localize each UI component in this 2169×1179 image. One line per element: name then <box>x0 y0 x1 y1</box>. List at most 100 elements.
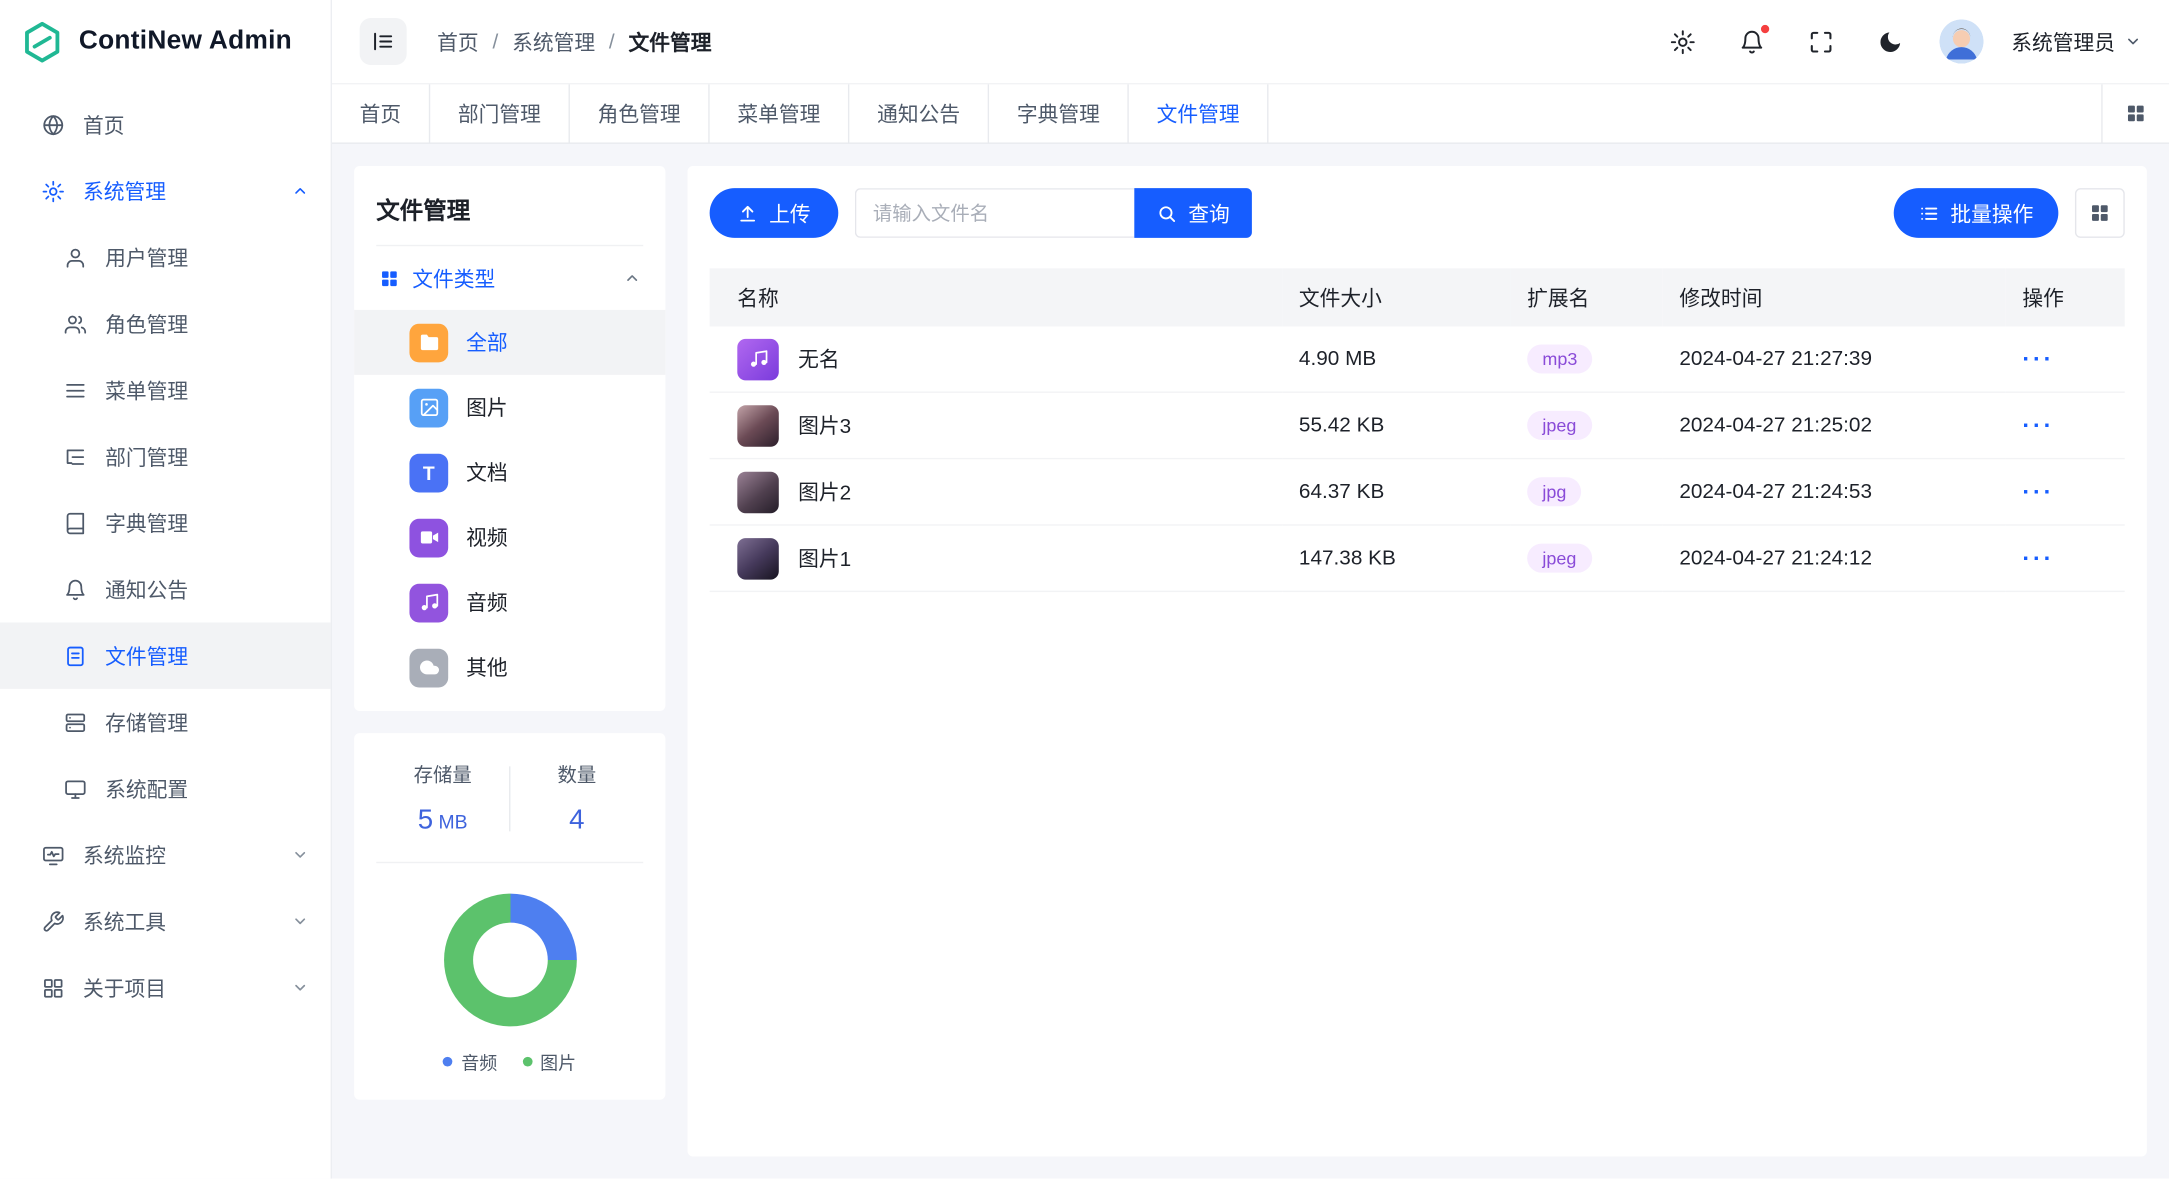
batch-operations-button[interactable]: 批量操作 <box>1894 188 2059 238</box>
sidebar-item-label: 系统配置 <box>105 774 188 803</box>
row-actions-button[interactable]: ··· <box>2022 544 2054 570</box>
sidebar-item-dictionary-management[interactable]: 字典管理 <box>0 490 331 556</box>
file-type-audio[interactable]: 音频 <box>354 570 665 635</box>
sidebar-item-announcements[interactable]: 通知公告 <box>0 556 331 622</box>
file-type-image[interactable]: 图片 <box>354 375 665 440</box>
tab-announcement[interactable]: 通知公告 <box>849 84 989 142</box>
sidebar-collapse-button[interactable] <box>360 18 407 65</box>
notification-dot <box>1760 24 1771 35</box>
fullscreen-button[interactable] <box>1801 21 1842 62</box>
settings-button[interactable] <box>1663 21 1704 62</box>
breadcrumb-system-management[interactable]: 系统管理 <box>512 27 595 56</box>
table-row[interactable]: 图片2 64.37 KB jpg 2024-04-27 21:24:53 ··· <box>710 459 2125 525</box>
sidebar-item-menu-management[interactable]: 菜单管理 <box>0 357 331 423</box>
file-size: 4.90 MB <box>1282 326 1510 392</box>
sidebar-item-about-project[interactable]: 关于项目 <box>0 954 331 1020</box>
breadcrumb-current: 文件管理 <box>629 27 712 56</box>
view-toggle-button[interactable] <box>2075 188 2125 238</box>
stats-divider-horizontal <box>376 862 643 863</box>
ext-badge: mp3 <box>1527 344 1592 373</box>
storage-label: 存储量 <box>376 761 509 789</box>
file-modified-time: 2024-04-27 21:25:02 <box>1663 392 2006 458</box>
sidebar-item-role-management[interactable]: 角色管理 <box>0 290 331 356</box>
tab-options-button[interactable] <box>2101 84 2169 142</box>
row-actions-button[interactable]: ··· <box>2022 345 2054 371</box>
tab-role[interactable]: 角色管理 <box>570 84 710 142</box>
file-type-label: 图片 <box>466 393 508 422</box>
ext-badge: jpeg <box>1527 544 1591 573</box>
file-name: 图片3 <box>798 411 851 440</box>
storage-stat: 存储量 5 MB <box>376 761 509 837</box>
stats-row: 存储量 5 MB 数量 4 <box>376 761 643 837</box>
chevron-down-icon <box>292 847 309 864</box>
file-type-document[interactable]: T 文档 <box>354 440 665 505</box>
query-button[interactable]: 查询 <box>1134 188 1252 238</box>
file-type-label: 文档 <box>466 458 508 487</box>
tab-home[interactable]: 首页 <box>332 84 430 142</box>
legend-dot-image <box>522 1057 532 1067</box>
legend-image[interactable]: 图片 <box>522 1049 576 1075</box>
image-thumbnail <box>737 537 778 578</box>
user-icon <box>64 246 88 270</box>
sidebar-item-user-management[interactable]: 用户管理 <box>0 224 331 290</box>
sidebar-item-system-config[interactable]: 系统配置 <box>0 755 331 821</box>
sidebar-item-system-monitor[interactable]: 系统监控 <box>0 822 331 888</box>
legend-audio[interactable]: 音频 <box>443 1049 497 1075</box>
wrench-icon <box>41 910 65 934</box>
user-menu[interactable]: 系统管理员 <box>2011 27 2141 56</box>
file-type-card: 文件管理 文件类型 全部 <box>354 166 665 711</box>
table-row[interactable]: 图片1 147.38 KB jpeg 2024-04-27 21:24:12 ·… <box>710 525 2125 591</box>
server-icon <box>64 710 88 734</box>
sidebar-item-storage-management[interactable]: 存储管理 <box>0 689 331 755</box>
sidebar-item-department-management[interactable]: 部门管理 <box>0 423 331 489</box>
sidebar-item-label: 菜单管理 <box>105 376 188 405</box>
breadcrumb-home[interactable]: 首页 <box>437 27 479 56</box>
sidebar-item-system-tools[interactable]: 系统工具 <box>0 888 331 954</box>
tab-file-management[interactable]: 文件管理 <box>1129 84 1269 142</box>
grid-icon <box>2125 102 2147 124</box>
book-icon <box>64 511 88 535</box>
tab-dictionary[interactable]: 字典管理 <box>989 84 1129 142</box>
sidebar-item-label: 通知公告 <box>105 575 188 604</box>
file-list-card: 上传 查询 <box>688 166 2147 1156</box>
table-row[interactable]: 无名 4.90 MB mp3 2024-04-27 21:27:39 ··· <box>710 326 2125 392</box>
count-value: 4 <box>510 805 643 837</box>
row-actions-button[interactable]: ··· <box>2022 478 2054 504</box>
file-type-group[interactable]: 文件类型 <box>376 246 643 310</box>
bell-icon <box>64 578 88 602</box>
file-type-video[interactable]: 视频 <box>354 505 665 570</box>
tab-department[interactable]: 部门管理 <box>430 84 570 142</box>
file-modified-time: 2024-04-27 21:24:12 <box>1663 525 2006 591</box>
upload-button[interactable]: 上传 <box>710 188 839 238</box>
sidebar-item-system-management[interactable]: 系统管理 <box>0 158 331 224</box>
system-management-submenu: 用户管理 角色管理 菜单管理 <box>0 224 331 822</box>
sidebar-item-file-management[interactable]: 文件管理 <box>0 622 331 688</box>
page-title: 文件管理 <box>376 185 643 246</box>
app-logo-icon <box>19 19 65 65</box>
tab-menu[interactable]: 菜单管理 <box>710 84 850 142</box>
file-type-label: 视频 <box>466 523 508 552</box>
notifications-button[interactable] <box>1732 21 1773 62</box>
file-size: 147.38 KB <box>1282 525 1510 591</box>
row-actions-button[interactable]: ··· <box>2022 412 2054 438</box>
sidebar-item-label: 系统工具 <box>83 907 166 936</box>
fullscreen-icon <box>1809 28 1835 54</box>
file-type-all[interactable]: 全部 <box>354 310 665 375</box>
storage-stats-card: 存储量 5 MB 数量 4 <box>354 733 665 1100</box>
column-header-name: 名称 <box>710 268 1283 326</box>
breadcrumb: 首页 / 系统管理 / 文件管理 <box>437 27 711 56</box>
query-button-label: 查询 <box>1188 199 1230 228</box>
theme-toggle-button[interactable] <box>1870 21 1911 62</box>
chevron-down-icon <box>292 913 309 930</box>
app-window: ContiNew Admin 首页 系统管理 <box>0 0 2169 1179</box>
table-row[interactable]: 图片3 55.42 KB jpeg 2024-04-27 21:25:02 ··… <box>710 392 2125 458</box>
file-type-other[interactable]: 其他 <box>354 635 665 700</box>
search-input[interactable] <box>855 188 1134 238</box>
legend-dot-audio <box>443 1057 453 1067</box>
column-header-size: 文件大小 <box>1282 268 1510 326</box>
app-logo[interactable]: ContiNew Admin <box>0 0 331 83</box>
main-column: 首页 / 系统管理 / 文件管理 <box>332 0 2169 1179</box>
gear-icon <box>41 179 65 203</box>
avatar[interactable] <box>1939 19 1983 63</box>
sidebar-item-home[interactable]: 首页 <box>0 91 331 157</box>
